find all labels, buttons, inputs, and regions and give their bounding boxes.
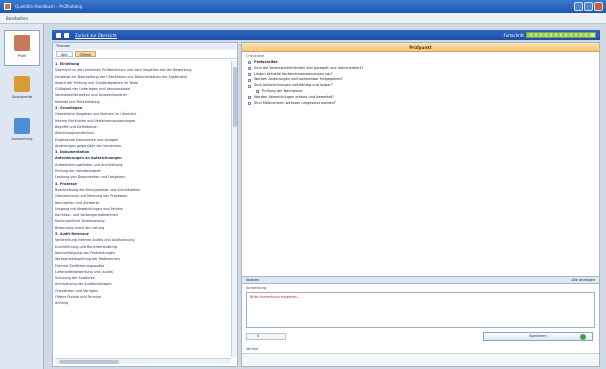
detail-header: Prüfpunkt [242,43,599,52]
vertical-scrollbar[interactable] [231,61,237,357]
history-label: Verlauf [246,347,259,351]
detail-panel: Prüfpunkt Checkliste Prüfschritte Sind di… [241,42,600,367]
maximize-button[interactable] [584,2,593,11]
checklist-label: Sind Maßnahmen wirksam umgesetzt worden? [254,100,336,105]
checkbox-icon[interactable] [248,84,251,88]
nav-item-profile[interactable]: Profil [4,30,40,66]
topic-panel-header: Themen [53,43,237,50]
progress-fill [527,33,592,37]
checkbox-icon[interactable] [248,67,251,71]
notes-textarea[interactable]: Bitte Anmerkung eingeben… [246,292,595,328]
minimize-button[interactable] [574,2,583,11]
tree-item[interactable]: Anhang [55,300,231,306]
window-title: Qualitäts-Handbuch – Prüfkatalog [15,4,83,9]
tab-all[interactable]: Alle [56,51,73,57]
checkbox-icon[interactable] [256,90,259,94]
app-icon [4,3,11,10]
nav-label: Dokumente [11,95,33,99]
topic-tree: 1. Einleitung Übersicht zu den einzelnen… [55,61,231,357]
checklist-item[interactable]: Sind Maßnahmen wirksam umgesetzt worden? [248,101,593,107]
progress-label: Fortschritt [503,32,524,38]
folder-icon [14,76,30,92]
checkbox-icon[interactable] [248,96,251,100]
tab-open[interactable]: Offene [74,51,97,57]
toolbar: Zurück zur Übersicht Fortschritt [52,30,600,40]
back-link[interactable]: Zurück zur Übersicht [75,33,117,38]
checkbox-icon[interactable] [248,78,251,82]
topic-tabs: Alle Offene [53,50,237,59]
menu-item-edit[interactable]: Bearbeiten [6,16,28,21]
left-navigation: Profil Dokumente Auswertung [0,24,44,369]
nav-item-documents[interactable]: Dokumente [4,72,40,108]
nav-item-analysis[interactable]: Auswertung [4,114,40,150]
checklist: Prüfschritte Sind die Verantwortlichkeite… [242,60,599,106]
menu-bar: Bearbeiten [0,13,606,24]
chart-icon [14,118,30,134]
detail-subhead: Checkliste [246,54,265,58]
title-bar: Qualitäts-Handbuch – Prüfkatalog [0,0,606,13]
nav-label: Auswertung [11,137,33,141]
save-label: Speichern [529,334,547,338]
back-icon[interactable] [64,32,69,38]
horizontal-scrollbar[interactable] [55,358,231,364]
scroll-thumb[interactable] [59,360,119,364]
progress-bar [526,32,596,38]
notes-stepper[interactable]: 0 [246,333,286,340]
home-icon[interactable] [56,32,61,38]
close-button[interactable] [594,2,603,11]
check-icon [580,334,586,340]
show-all-link[interactable]: Alle anzeigen [571,277,595,284]
person-icon [14,35,30,51]
topic-panel: Themen Alle Offene 1. Einleitung Übersic… [52,42,238,367]
nav-label: Profil [17,54,27,58]
checkbox-icon[interactable] [248,72,251,76]
notes-label: Anmerkung [246,286,267,290]
window-controls [574,2,603,11]
history-area [242,353,599,366]
scroll-thumb[interactable] [233,67,237,127]
notes-title: Notizen [246,278,260,282]
notes-bar: Notizen Alle anzeigen [242,276,599,284]
checkbox-icon[interactable] [248,61,251,65]
notes-placeholder: Bitte Anmerkung eingeben… [250,295,301,299]
save-button[interactable]: Speichern [483,332,593,341]
checkbox-icon[interactable] [248,101,251,105]
